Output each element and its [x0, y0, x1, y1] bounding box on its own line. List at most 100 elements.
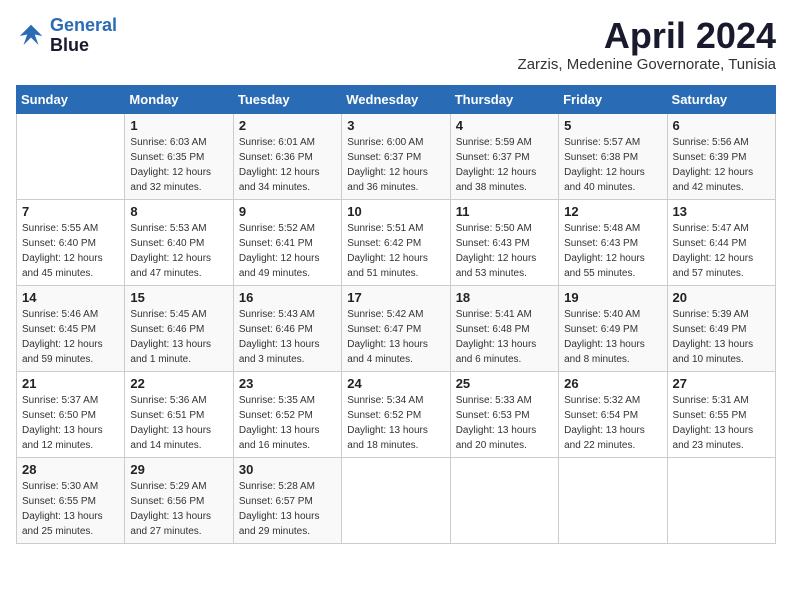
- calendar-cell: 5 Sunrise: 5:57 AM Sunset: 6:38 PM Daylig…: [559, 113, 667, 199]
- location-subtitle: Zarzis, Medenine Governorate, Tunisia: [518, 56, 776, 73]
- day-number: 16: [239, 290, 336, 305]
- calendar-cell: 8Sunrise: 5:53 AM Sunset: 6:40 PM Daylig…: [125, 199, 233, 285]
- calendar-cell: 13Sunrise: 5:47 AM Sunset: 6:44 PM Dayli…: [667, 199, 775, 285]
- calendar-cell: 27Sunrise: 5:31 AM Sunset: 6:55 PM Dayli…: [667, 371, 775, 457]
- calendar-cell: 10 Sunrise: 5:51 AM Sunset: 6:42 PM Dayli…: [342, 199, 450, 285]
- calendar-cell: 30 Sunrise: 5:28 AM Sunset: 6:57 PM Dayli…: [233, 457, 341, 543]
- day-number: 4: [456, 118, 553, 133]
- week-row-4: 21 Sunrise: 5:37 AM Sunset: 6:50 PM Dayli…: [17, 371, 776, 457]
- day-number: 18: [456, 290, 553, 305]
- col-header-sunday: Sunday: [17, 85, 125, 113]
- day-number: 6: [673, 118, 770, 133]
- calendar-cell: 11 Sunrise: 5:50 AM Sunset: 6:43 PM Dayli…: [450, 199, 558, 285]
- day-number: 19: [564, 290, 661, 305]
- calendar-cell: 12 Sunrise: 5:48 AM Sunset: 6:43 PM Dayli…: [559, 199, 667, 285]
- day-info: Sunrise: 5:50 AM Sunset: 6:43 PM Dayligh…: [456, 221, 553, 281]
- day-info: Sunrise: 5:39 AM Sunset: 6:49 PM Dayligh…: [673, 307, 770, 367]
- calendar-cell: 28 Sunrise: 5:30 AM Sunset: 6:55 PM Dayli…: [17, 457, 125, 543]
- day-number: 14: [22, 290, 119, 305]
- calendar-cell: 19Sunrise: 5:40 AM Sunset: 6:49 PM Dayli…: [559, 285, 667, 371]
- day-info: Sunrise: 5:37 AM Sunset: 6:50 PM Dayligh…: [22, 393, 119, 453]
- day-info: Sunrise: 5:41 AM Sunset: 6:48 PM Dayligh…: [456, 307, 553, 367]
- day-info: Sunrise: 5:45 AM Sunset: 6:46 PM Dayligh…: [130, 307, 227, 367]
- month-title: April 2024: [518, 16, 776, 56]
- day-number: 25: [456, 376, 553, 391]
- calendar-cell: 3 Sunrise: 6:00 AM Sunset: 6:37 PM Daylig…: [342, 113, 450, 199]
- day-info: Sunrise: 6:00 AM Sunset: 6:37 PM Dayligh…: [347, 135, 444, 195]
- day-number: 11: [456, 204, 553, 219]
- day-info: Sunrise: 5:34 AM Sunset: 6:52 PM Dayligh…: [347, 393, 444, 453]
- calendar-cell: 23 Sunrise: 5:35 AM Sunset: 6:52 PM Dayli…: [233, 371, 341, 457]
- col-header-thursday: Thursday: [450, 85, 558, 113]
- day-info: Sunrise: 5:57 AM Sunset: 6:38 PM Dayligh…: [564, 135, 661, 195]
- calendar-cell: 26 Sunrise: 5:32 AM Sunset: 6:54 PM Dayli…: [559, 371, 667, 457]
- day-info: Sunrise: 5:52 AM Sunset: 6:41 PM Dayligh…: [239, 221, 336, 281]
- col-header-monday: Monday: [125, 85, 233, 113]
- day-number: 13: [673, 204, 770, 219]
- calendar-cell: 1Sunrise: 6:03 AM Sunset: 6:35 PM Daylig…: [125, 113, 233, 199]
- col-header-tuesday: Tuesday: [233, 85, 341, 113]
- day-number: 17: [347, 290, 444, 305]
- day-number: 27: [673, 376, 770, 391]
- day-number: 2: [239, 118, 336, 133]
- day-info: Sunrise: 5:59 AM Sunset: 6:37 PM Dayligh…: [456, 135, 553, 195]
- logo-text: General Blue: [50, 16, 117, 56]
- calendar-cell: 9Sunrise: 5:52 AM Sunset: 6:41 PM Daylig…: [233, 199, 341, 285]
- calendar-cell: [667, 457, 775, 543]
- calendar-cell: 22Sunrise: 5:36 AM Sunset: 6:51 PM Dayli…: [125, 371, 233, 457]
- day-number: 12: [564, 204, 661, 219]
- day-number: 21: [22, 376, 119, 391]
- calendar-cell: 4 Sunrise: 5:59 AM Sunset: 6:37 PM Daylig…: [450, 113, 558, 199]
- day-info: Sunrise: 5:36 AM Sunset: 6:51 PM Dayligh…: [130, 393, 227, 453]
- day-number: 26: [564, 376, 661, 391]
- day-info: Sunrise: 5:29 AM Sunset: 6:56 PM Dayligh…: [130, 479, 227, 539]
- day-info: Sunrise: 6:01 AM Sunset: 6:36 PM Dayligh…: [239, 135, 336, 195]
- day-number: 23: [239, 376, 336, 391]
- calendar-cell: 2 Sunrise: 6:01 AM Sunset: 6:36 PM Daylig…: [233, 113, 341, 199]
- day-info: Sunrise: 5:46 AM Sunset: 6:45 PM Dayligh…: [22, 307, 119, 367]
- calendar-cell: 24 Sunrise: 5:34 AM Sunset: 6:52 PM Dayli…: [342, 371, 450, 457]
- day-info: Sunrise: 5:56 AM Sunset: 6:39 PM Dayligh…: [673, 135, 770, 195]
- week-row-5: 28 Sunrise: 5:30 AM Sunset: 6:55 PM Dayli…: [17, 457, 776, 543]
- calendar-cell: 21 Sunrise: 5:37 AM Sunset: 6:50 PM Dayli…: [17, 371, 125, 457]
- calendar-cell: [559, 457, 667, 543]
- day-number: 5: [564, 118, 661, 133]
- week-row-1: 1Sunrise: 6:03 AM Sunset: 6:35 PM Daylig…: [17, 113, 776, 199]
- day-info: Sunrise: 5:51 AM Sunset: 6:42 PM Dayligh…: [347, 221, 444, 281]
- day-number: 28: [22, 462, 119, 477]
- day-info: Sunrise: 5:33 AM Sunset: 6:53 PM Dayligh…: [456, 393, 553, 453]
- day-info: Sunrise: 5:43 AM Sunset: 6:46 PM Dayligh…: [239, 307, 336, 367]
- day-number: 7: [22, 204, 119, 219]
- day-number: 3: [347, 118, 444, 133]
- day-number: 24: [347, 376, 444, 391]
- calendar-cell: 16 Sunrise: 5:43 AM Sunset: 6:46 PM Dayli…: [233, 285, 341, 371]
- calendar-cell: 14 Sunrise: 5:46 AM Sunset: 6:45 PM Dayli…: [17, 285, 125, 371]
- logo: General Blue: [16, 16, 117, 56]
- day-info: Sunrise: 5:35 AM Sunset: 6:52 PM Dayligh…: [239, 393, 336, 453]
- day-info: Sunrise: 6:03 AM Sunset: 6:35 PM Dayligh…: [130, 135, 227, 195]
- week-row-2: 7Sunrise: 5:55 AM Sunset: 6:40 PM Daylig…: [17, 199, 776, 285]
- col-header-saturday: Saturday: [667, 85, 775, 113]
- page-header: General Blue April 2024 Zarzis, Medenine…: [16, 16, 776, 73]
- title-block: April 2024 Zarzis, Medenine Governorate,…: [518, 16, 776, 73]
- calendar-cell: [450, 457, 558, 543]
- day-info: Sunrise: 5:42 AM Sunset: 6:47 PM Dayligh…: [347, 307, 444, 367]
- col-header-friday: Friday: [559, 85, 667, 113]
- day-number: 15: [130, 290, 227, 305]
- calendar-cell: 6 Sunrise: 5:56 AM Sunset: 6:39 PM Daylig…: [667, 113, 775, 199]
- day-info: Sunrise: 5:30 AM Sunset: 6:55 PM Dayligh…: [22, 479, 119, 539]
- calendar-cell: 29Sunrise: 5:29 AM Sunset: 6:56 PM Dayli…: [125, 457, 233, 543]
- day-number: 20: [673, 290, 770, 305]
- day-info: Sunrise: 5:48 AM Sunset: 6:43 PM Dayligh…: [564, 221, 661, 281]
- logo-icon: [16, 21, 46, 51]
- calendar-cell: [342, 457, 450, 543]
- day-info: Sunrise: 5:32 AM Sunset: 6:54 PM Dayligh…: [564, 393, 661, 453]
- calendar-cell: 15 Sunrise: 5:45 AM Sunset: 6:46 PM Dayli…: [125, 285, 233, 371]
- day-number: 8: [130, 204, 227, 219]
- day-info: Sunrise: 5:28 AM Sunset: 6:57 PM Dayligh…: [239, 479, 336, 539]
- calendar-cell: 7Sunrise: 5:55 AM Sunset: 6:40 PM Daylig…: [17, 199, 125, 285]
- calendar-table: SundayMondayTuesdayWednesdayThursdayFrid…: [16, 85, 776, 544]
- day-number: 10: [347, 204, 444, 219]
- day-number: 30: [239, 462, 336, 477]
- calendar-cell: [17, 113, 125, 199]
